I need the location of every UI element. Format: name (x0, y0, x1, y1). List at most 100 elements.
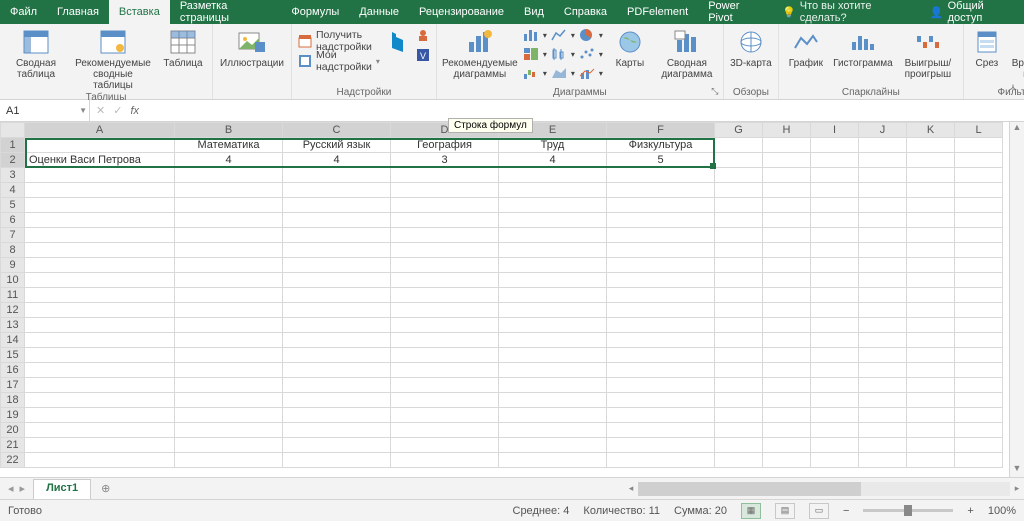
cell[interactable] (175, 273, 283, 288)
cell[interactable] (25, 393, 175, 408)
cell[interactable] (763, 453, 811, 468)
cell[interactable] (391, 378, 499, 393)
row-header[interactable]: 8 (1, 243, 25, 258)
cell[interactable] (25, 438, 175, 453)
cell[interactable] (499, 408, 607, 423)
cell[interactable] (955, 288, 1003, 303)
cell[interactable] (763, 423, 811, 438)
cell[interactable]: 3 (391, 153, 499, 168)
cell[interactable] (607, 333, 715, 348)
cell[interactable] (499, 438, 607, 453)
cell[interactable] (499, 363, 607, 378)
cell[interactable] (955, 153, 1003, 168)
cell[interactable] (763, 213, 811, 228)
cell[interactable] (175, 438, 283, 453)
cell[interactable] (25, 303, 175, 318)
maps-button[interactable]: Карты (609, 26, 651, 69)
cell[interactable] (811, 423, 859, 438)
cell[interactable] (391, 303, 499, 318)
cell[interactable] (907, 243, 955, 258)
cell[interactable] (955, 138, 1003, 153)
cell[interactable] (499, 318, 607, 333)
cell[interactable] (607, 168, 715, 183)
cell[interactable] (25, 333, 175, 348)
cell[interactable] (175, 453, 283, 468)
cell[interactable] (499, 453, 607, 468)
formula-input[interactable] (145, 100, 1024, 121)
cell[interactable] (859, 138, 907, 153)
cell[interactable] (499, 423, 607, 438)
cell[interactable] (715, 408, 763, 423)
cell[interactable] (175, 363, 283, 378)
cell[interactable] (175, 423, 283, 438)
cell[interactable] (715, 333, 763, 348)
cell[interactable] (763, 153, 811, 168)
view-normal-button[interactable]: ▦ (741, 503, 761, 519)
cell[interactable] (955, 243, 1003, 258)
cell[interactable] (715, 303, 763, 318)
fx-button[interactable]: fx (130, 105, 139, 117)
cell[interactable] (283, 363, 391, 378)
cell[interactable] (763, 258, 811, 273)
cell[interactable] (715, 378, 763, 393)
cell[interactable] (907, 408, 955, 423)
cell[interactable] (763, 318, 811, 333)
cell[interactable] (499, 243, 607, 258)
cell[interactable] (25, 453, 175, 468)
cell[interactable] (907, 288, 955, 303)
cell[interactable] (811, 228, 859, 243)
row-header[interactable]: 6 (1, 213, 25, 228)
cell[interactable] (811, 183, 859, 198)
cell[interactable] (715, 153, 763, 168)
cell[interactable] (955, 423, 1003, 438)
cell[interactable] (811, 333, 859, 348)
cell[interactable] (907, 258, 955, 273)
cell[interactable] (955, 348, 1003, 363)
cell[interactable] (955, 258, 1003, 273)
cell[interactable]: Труд (499, 138, 607, 153)
row-header[interactable]: 22 (1, 453, 25, 468)
cell[interactable] (283, 333, 391, 348)
cell[interactable]: 4 (283, 153, 391, 168)
row-header[interactable]: 5 (1, 198, 25, 213)
cell[interactable] (763, 393, 811, 408)
cell[interactable] (811, 243, 859, 258)
cell[interactable] (391, 288, 499, 303)
cell[interactable] (499, 198, 607, 213)
cell[interactable] (391, 318, 499, 333)
cell[interactable] (715, 348, 763, 363)
cell[interactable] (859, 378, 907, 393)
cell[interactable] (499, 348, 607, 363)
row-header[interactable]: 9 (1, 258, 25, 273)
cell[interactable] (955, 333, 1003, 348)
cell[interactable] (391, 453, 499, 468)
cell[interactable] (763, 288, 811, 303)
cell[interactable] (955, 363, 1003, 378)
cell[interactable] (499, 393, 607, 408)
cell[interactable] (175, 228, 283, 243)
cell[interactable] (499, 168, 607, 183)
row-header[interactable]: 11 (1, 288, 25, 303)
cell[interactable] (175, 183, 283, 198)
cell[interactable] (391, 243, 499, 258)
cell[interactable] (763, 303, 811, 318)
cell[interactable] (859, 393, 907, 408)
cell[interactable] (763, 183, 811, 198)
cell[interactable] (499, 213, 607, 228)
my-addins-button[interactable]: Мои надстройки ▾ (298, 52, 380, 70)
cell[interactable] (715, 273, 763, 288)
cell[interactable] (955, 168, 1003, 183)
cell[interactable] (955, 438, 1003, 453)
cell[interactable] (811, 408, 859, 423)
cell[interactable] (391, 423, 499, 438)
cell[interactable] (175, 243, 283, 258)
cell[interactable] (25, 318, 175, 333)
cell[interactable] (391, 333, 499, 348)
column-header[interactable]: K (907, 123, 955, 138)
cell[interactable] (607, 183, 715, 198)
column-header[interactable]: L (955, 123, 1003, 138)
cell[interactable] (283, 438, 391, 453)
cell[interactable] (811, 258, 859, 273)
cell[interactable] (763, 168, 811, 183)
cell[interactable] (499, 258, 607, 273)
